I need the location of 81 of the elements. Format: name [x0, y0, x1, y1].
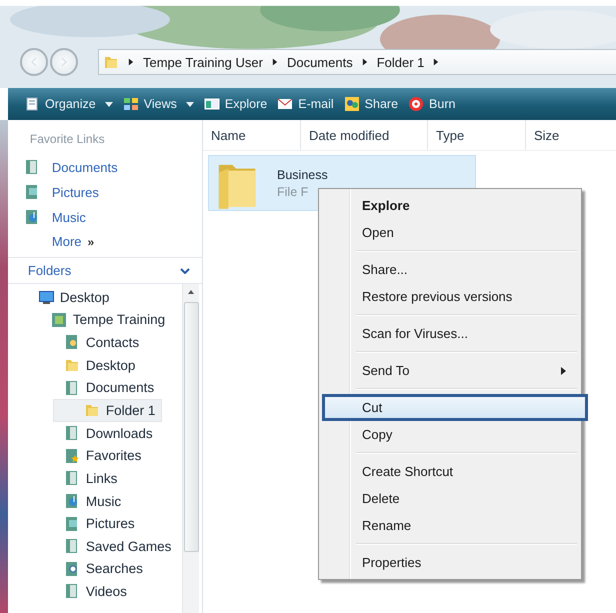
user-folder-icon	[50, 312, 67, 328]
search-folder-icon	[64, 560, 80, 577]
tree-item[interactable]: Videos	[34, 580, 182, 603]
toolbar-button[interactable]: Burn	[408, 91, 456, 117]
tree-item[interactable]: Saved Games	[34, 534, 182, 558]
section-heading: Folders	[28, 263, 72, 278]
chevron-icon	[433, 58, 440, 66]
favorite-link[interactable]: Music	[8, 206, 202, 231]
disc-icon	[408, 96, 424, 112]
menu-item[interactable]: Share...	[322, 256, 579, 283]
tree-item[interactable]: Music	[34, 490, 182, 512]
menu-item[interactable]: Scan for Viruses...	[322, 320, 579, 347]
folders-header[interactable]: Folders	[8, 258, 202, 284]
toolbar-button[interactable]: E-mail	[277, 91, 334, 117]
document-icon	[64, 470, 80, 486]
toolbar-button[interactable]: Explore	[204, 91, 268, 117]
chevron-icon	[362, 58, 368, 66]
menu-item[interactable]: Cut	[322, 394, 588, 421]
breadcrumb[interactable]: Folder 1	[376, 54, 424, 70]
document-icon	[64, 538, 80, 554]
document-icon	[64, 583, 80, 600]
tree-item[interactable]: Tempe Training	[20, 308, 182, 332]
star-folder-icon	[64, 448, 80, 464]
tree-item[interactable]: Downloads	[34, 422, 182, 445]
page-icon	[24, 96, 40, 112]
file-type: File F	[277, 185, 310, 199]
menu-item[interactable]: Delete	[322, 485, 579, 512]
menu-item[interactable]: Copy	[322, 421, 579, 448]
column-header[interactable]: Name	[203, 120, 301, 150]
address-bar[interactable]: Tempe Training User Documents Folder 1	[98, 49, 616, 75]
window-icon	[204, 96, 220, 112]
grid-icon	[122, 96, 139, 112]
tree-item[interactable]: Folder 1	[52, 398, 162, 422]
folder-icon	[64, 357, 80, 374]
submenu-arrow-icon	[561, 366, 566, 374]
document-icon	[24, 159, 40, 175]
people-icon	[344, 96, 360, 112]
scroll-thumb[interactable]	[184, 302, 198, 552]
tree-item[interactable]: Documents	[34, 376, 182, 399]
document-icon	[64, 425, 80, 442]
contacts-icon	[64, 334, 80, 350]
music-icon	[24, 209, 40, 225]
menu-item[interactable]: Open	[322, 219, 579, 246]
breadcrumb[interactable]: Documents	[286, 54, 353, 70]
folder-icon	[84, 402, 100, 418]
column-header[interactable]: Size	[526, 120, 616, 150]
tree-item[interactable]: Contacts	[34, 331, 182, 354]
monitor-icon	[38, 289, 54, 306]
chevron-icon	[128, 58, 134, 66]
tree-item[interactable]: Pictures	[34, 512, 182, 535]
scrollbar[interactable]	[182, 284, 199, 613]
column-header[interactable]: Date modified	[301, 120, 428, 150]
toolbar-button[interactable]: Share	[344, 91, 398, 117]
picture-document-icon	[24, 184, 40, 200]
chevron-icon	[272, 58, 278, 66]
scroll-up-icon	[188, 290, 194, 294]
more-mark: »	[88, 234, 94, 248]
favorite-link[interactable]: Documents	[8, 156, 202, 181]
file-name: Business	[277, 168, 328, 182]
breadcrumb[interactable]: Tempe Training User	[143, 54, 263, 70]
folder-icon	[103, 54, 119, 70]
tree-item[interactable]: Links	[34, 467, 182, 490]
envelope-icon	[277, 96, 294, 112]
tree-item[interactable]: Desktop	[8, 286, 182, 309]
menu-item[interactable]: Restore previous versions	[322, 283, 579, 310]
section-heading: Favorite Links	[28, 131, 106, 148]
toolbar-button[interactable]: Organize	[24, 91, 113, 117]
menu-item[interactable]: Send To	[322, 357, 579, 384]
column-header[interactable]: Type	[428, 120, 526, 150]
tree-item[interactable]: Searches	[34, 558, 182, 580]
favorite-link[interactable]: Pictures	[8, 181, 202, 206]
toolbar-button[interactable]: Views	[122, 91, 194, 117]
document-icon	[64, 380, 80, 396]
menu-item[interactable]: Rename	[322, 512, 579, 539]
tree-item[interactable]: Desktop	[34, 354, 182, 376]
menu-item[interactable]: Properties	[322, 549, 579, 576]
tree-item[interactable]: Favorites	[34, 444, 182, 468]
more-link[interactable]: More	[52, 234, 82, 249]
picture-document-icon	[64, 516, 80, 532]
menu-item[interactable]: Create Shortcut	[322, 458, 579, 485]
music-icon	[64, 493, 80, 510]
